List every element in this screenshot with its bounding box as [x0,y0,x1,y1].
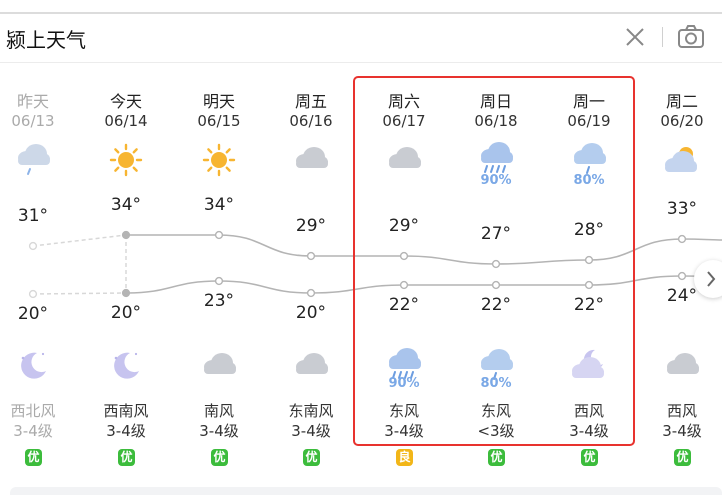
wind-level: 3-4级 [199,422,239,440]
low-temp: 20° [110,303,142,323]
aqi-badge: 优 [118,449,135,466]
low-temp: 20° [295,303,327,323]
day-name: 周五 [294,92,327,111]
high-temp: 29° [295,216,327,236]
day-name: 昨天 [16,92,49,111]
cloudy-icon [296,147,328,168]
sunny-icon [109,143,143,177]
aqi-badge: 优 [674,449,691,466]
cloudy-icon [204,353,236,374]
wind-level: 3-4级 [662,422,702,440]
low-temp-point [214,276,224,286]
cloudy-icon [296,353,328,374]
low-temp: 23° [203,291,235,311]
day-date: 06/20 [660,112,704,130]
high-temp: 31° [17,206,49,226]
day-date: 06/15 [197,112,241,130]
moon-clear-icon [114,352,139,379]
high-temp-point [677,234,687,244]
high-temp-point [28,241,38,251]
aqi-badge: 优 [211,449,228,466]
wind-direction: 西南风 [103,402,149,420]
weekend-highlight-box [353,76,635,446]
day-name: 周二 [665,92,698,111]
high-temp: 34° [203,195,235,215]
low-temp: 20° [17,304,49,324]
aqi-badge: 良 [396,449,413,466]
aqi-badge: 优 [25,449,42,466]
bottom-strip [10,487,722,495]
wind-level: 3-4级 [13,422,53,440]
moon-clear-icon [21,352,46,379]
day-name: 今天 [109,92,142,111]
low-temp-point [677,271,687,281]
high-past-segment [32,234,127,247]
high-temp-point [306,251,316,261]
low-past-segment [32,292,127,295]
wind-direction: 东南风 [288,402,334,420]
wind-direction: 西风 [666,402,697,420]
next-button[interactable] [694,260,722,298]
high-temp-point [121,230,131,240]
wind-level: 3-4级 [291,422,331,440]
chevron-right-icon [707,271,716,287]
wind-direction: 南风 [203,402,234,420]
day-date: 06/14 [104,112,148,130]
high-temp-point [214,230,224,240]
high-temp: 34° [110,195,142,215]
aqi-badge: 优 [581,449,598,466]
low-temp-point [121,288,131,298]
high-temp: 33° [666,199,698,219]
day-name: 明天 [202,92,235,111]
wind-level: 3-4级 [106,422,146,440]
day-date: 06/13 [11,112,55,130]
overcast-rain-icon [18,144,50,175]
sunny-icon [202,143,236,177]
aqi-badge: 优 [488,449,505,466]
partly-sunny-icon [665,147,697,172]
low-temp-point [306,288,316,298]
day-date: 06/16 [289,112,333,130]
cloudy-icon [667,353,699,374]
aqi-badge: 优 [303,449,320,466]
low-temp-point [28,289,38,299]
wind-direction: 西北风 [10,402,56,420]
